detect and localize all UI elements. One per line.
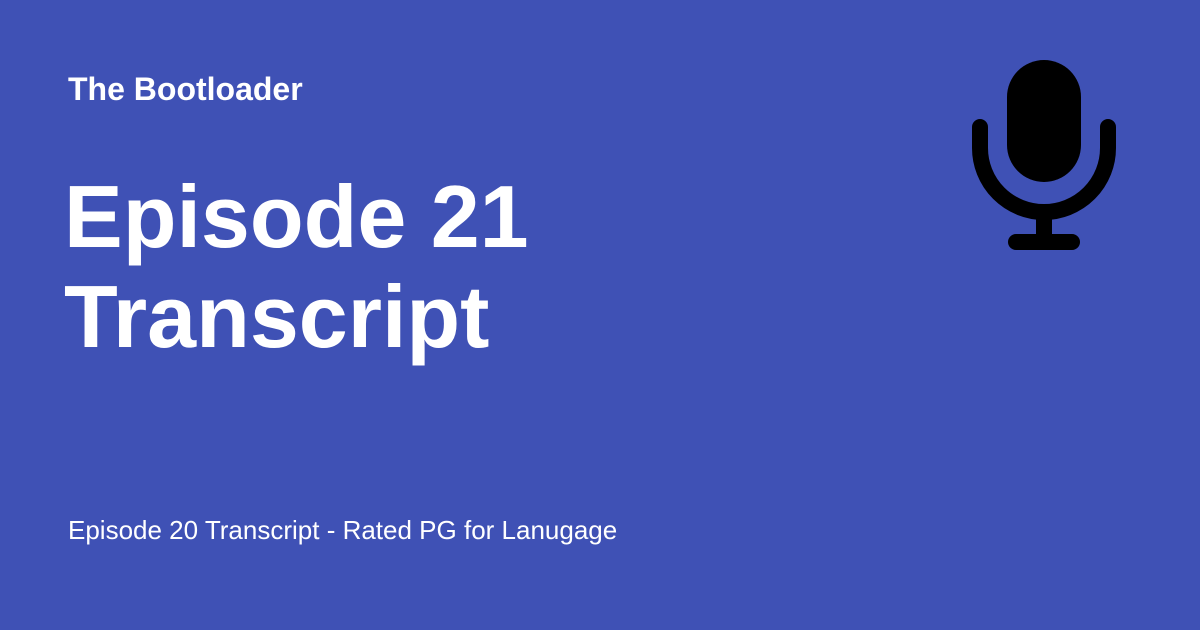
episode-description: Episode 20 Transcript - Rated PG for Lan…	[68, 515, 618, 545]
site-name: The Bootloader	[68, 71, 303, 107]
episode-title-line-1: Episode 21	[64, 167, 529, 266]
social-card: The Bootloader Episode 21 Transcript Epi…	[0, 0, 1200, 630]
episode-title: Episode 21 Transcript	[64, 167, 884, 367]
episode-title-line-2: Transcript	[64, 267, 490, 366]
microphone-icon	[972, 60, 1116, 250]
